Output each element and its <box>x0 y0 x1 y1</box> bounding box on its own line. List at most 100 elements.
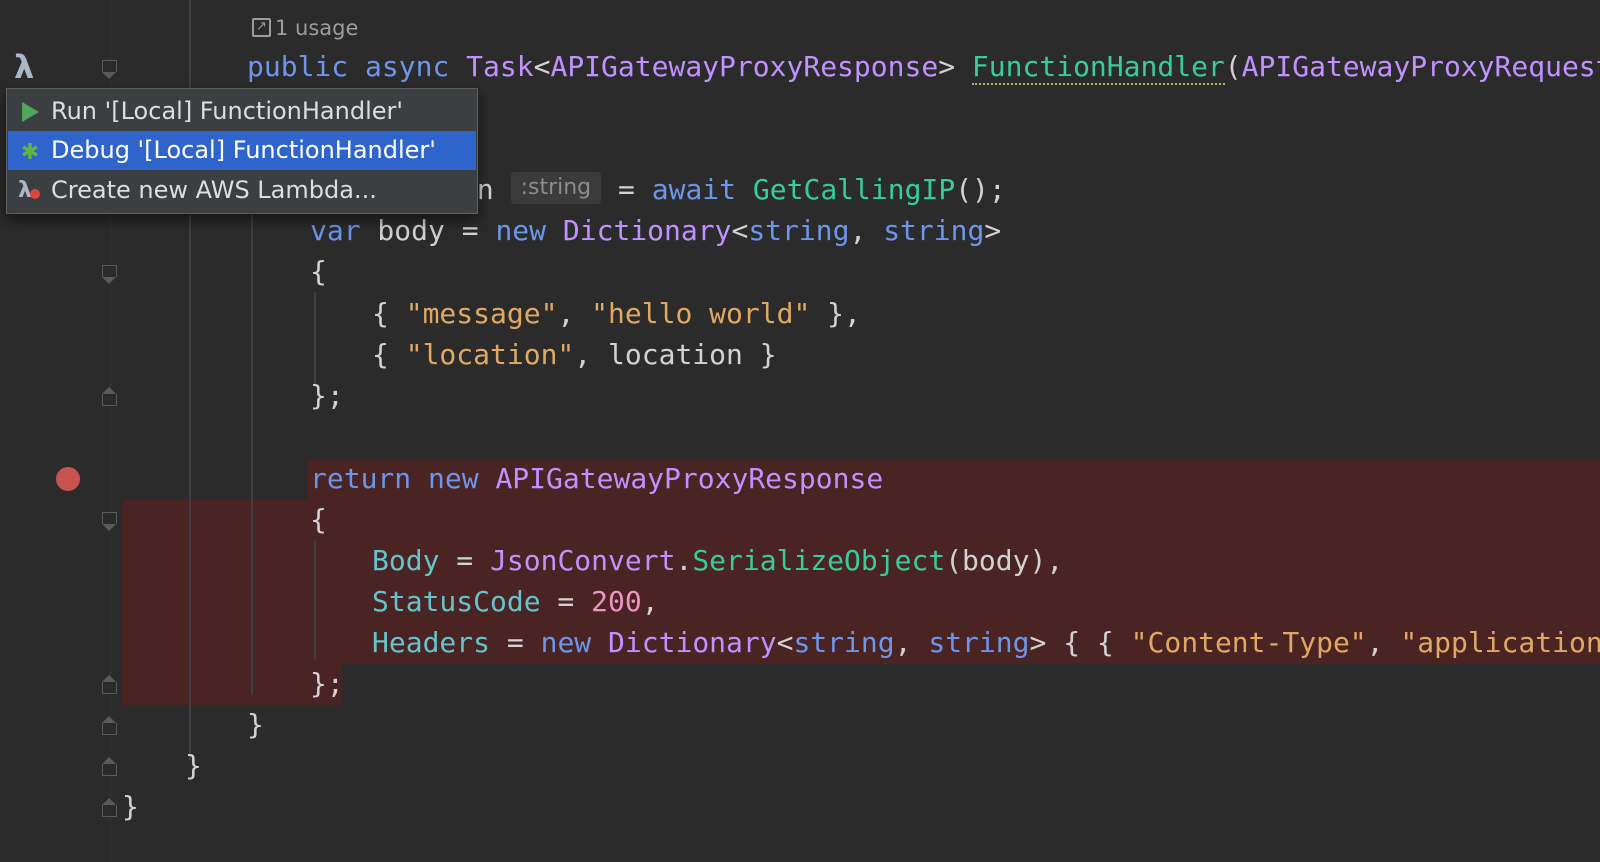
code-line[interactable]: return new APIGatewayProxyResponse <box>310 458 883 499</box>
code-token: } <box>185 749 202 782</box>
code-token: "location" <box>405 338 575 371</box>
code-token: "application/js <box>1400 626 1600 659</box>
fold-icon[interactable] <box>102 512 117 531</box>
breakpoint-icon[interactable] <box>56 467 80 491</box>
code-token: "message" <box>405 297 558 330</box>
code-token: new <box>495 214 547 247</box>
code-token: { { <box>1046 626 1131 659</box>
code-token: < <box>533 50 551 83</box>
type-hint: :string <box>510 172 602 204</box>
code-token: , <box>849 214 884 247</box>
menu-item-label: Debug '[Local] FunctionHandler' <box>51 136 436 164</box>
code-token: , <box>641 585 659 618</box>
code-token: "Content-Type" <box>1130 626 1367 659</box>
code-line[interactable]: } <box>185 745 202 786</box>
code-token: GetCallingIP <box>752 173 956 206</box>
code-editor[interactable]: λ ↗ 1 usage public async Task<APIGatewayP… <box>0 0 1600 862</box>
menu-item-create-aws-lambda[interactable]: λ Create new AWS Lambda... <box>8 171 476 210</box>
code-line[interactable]: Headers = new Dictionary<string, string>… <box>372 622 1600 663</box>
code-token: string <box>883 214 985 247</box>
code-token: , <box>1366 626 1401 659</box>
code-token: FunctionHandler <box>971 50 1225 85</box>
code-line[interactable]: on :string = await GetCallingIP(); <box>460 169 1006 210</box>
code-token: } <box>247 708 264 741</box>
code-token: (); <box>955 173 1006 206</box>
code-token: = <box>490 626 541 659</box>
usage-hint-text: 1 usage <box>275 16 359 40</box>
indent-guide <box>314 540 316 660</box>
lambda-icon[interactable]: λ <box>14 50 34 84</box>
code-token: body = <box>360 214 496 247</box>
code-line[interactable]: { "message", "hello world" }, <box>372 293 861 334</box>
code-line[interactable]: { <box>310 251 327 292</box>
code-token: { <box>310 503 327 536</box>
fold-icon[interactable] <box>102 798 117 817</box>
code-token: Task <box>466 50 534 83</box>
code-line[interactable]: StatusCode = 200, <box>372 581 659 622</box>
code-token: } <box>122 790 139 823</box>
code-token: Body <box>372 544 440 577</box>
code-token: = <box>439 544 491 577</box>
code-token: 200 <box>591 585 642 618</box>
code-token: > <box>984 214 1002 247</box>
code-token: = <box>601 173 652 206</box>
code-token: "hello world" <box>591 297 811 330</box>
code-line[interactable]: Body = JsonConvert.SerializeObject(body)… <box>372 540 1063 581</box>
code-token: async <box>365 50 450 83</box>
menu-item-debug[interactable]: ✱ Debug '[Local] FunctionHandler' <box>8 131 476 170</box>
debug-icon: ✱ <box>20 140 40 165</box>
code-line[interactable]: { <box>310 499 327 540</box>
code-token: { <box>310 255 327 288</box>
code-token: , location } <box>574 338 777 371</box>
code-token: return <box>310 462 412 495</box>
fold-icon[interactable] <box>102 60 117 79</box>
code-token: JsonConvert <box>490 544 676 577</box>
code-token: . <box>675 544 693 577</box>
fold-icon[interactable] <box>102 265 117 284</box>
code-line[interactable]: public async Task<APIGatewayProxyRespons… <box>247 46 1600 87</box>
code-line[interactable]: } <box>122 786 139 827</box>
external-link-icon: ↗ <box>252 17 271 37</box>
code-token: Dictionary <box>562 214 732 247</box>
code-token: APIGatewayProxyRequest <box>1241 50 1600 83</box>
code-line[interactable]: }; <box>310 663 344 704</box>
run-icon <box>18 100 42 124</box>
code-token: string <box>748 214 850 247</box>
code-token: , <box>894 626 929 659</box>
fold-icon[interactable] <box>102 387 117 406</box>
menu-item-label: Run '[Local] FunctionHandler' <box>51 97 403 125</box>
menu-item-label: Create new AWS Lambda... <box>51 176 377 204</box>
code-token: Headers <box>372 626 491 659</box>
code-line[interactable]: } <box>247 704 264 745</box>
code-token: < <box>776 626 794 659</box>
aws-lambda-icon: λ <box>18 179 42 203</box>
code-token: , <box>557 297 592 330</box>
run-configuration-popup: Run '[Local] FunctionHandler' ✱ Debug '[… <box>6 88 478 214</box>
code-token: > <box>1029 626 1047 659</box>
indent-guide <box>314 292 316 384</box>
code-token: public <box>247 50 349 83</box>
code-token: new <box>540 626 592 659</box>
code-token: Dictionary <box>608 626 777 659</box>
fold-icon[interactable] <box>102 675 117 694</box>
menu-item-run[interactable]: Run '[Local] FunctionHandler' <box>8 92 476 131</box>
code-token: (body), <box>945 544 1064 577</box>
code-token: APIGatewayProxyResponse <box>550 50 939 83</box>
code-token: { <box>372 338 406 371</box>
breakpoint-statement-end-highlight <box>122 664 342 705</box>
usage-hint[interactable]: ↗ 1 usage <box>252 12 358 44</box>
code-token: { <box>372 297 406 330</box>
fold-icon[interactable] <box>102 757 117 776</box>
code-token: var <box>310 214 361 247</box>
code-line[interactable]: { "location", location } <box>372 334 777 375</box>
code-line[interactable]: var body = new Dictionary<string, string… <box>310 210 1001 251</box>
code-token: new <box>428 462 479 495</box>
code-token: await <box>651 173 737 206</box>
code-line[interactable]: }; <box>310 375 344 416</box>
code-token: < <box>731 214 749 247</box>
code-token: }, <box>810 297 861 330</box>
code-token: string <box>928 626 1030 659</box>
fold-icon[interactable] <box>102 716 117 735</box>
code-token: }; <box>310 667 344 700</box>
